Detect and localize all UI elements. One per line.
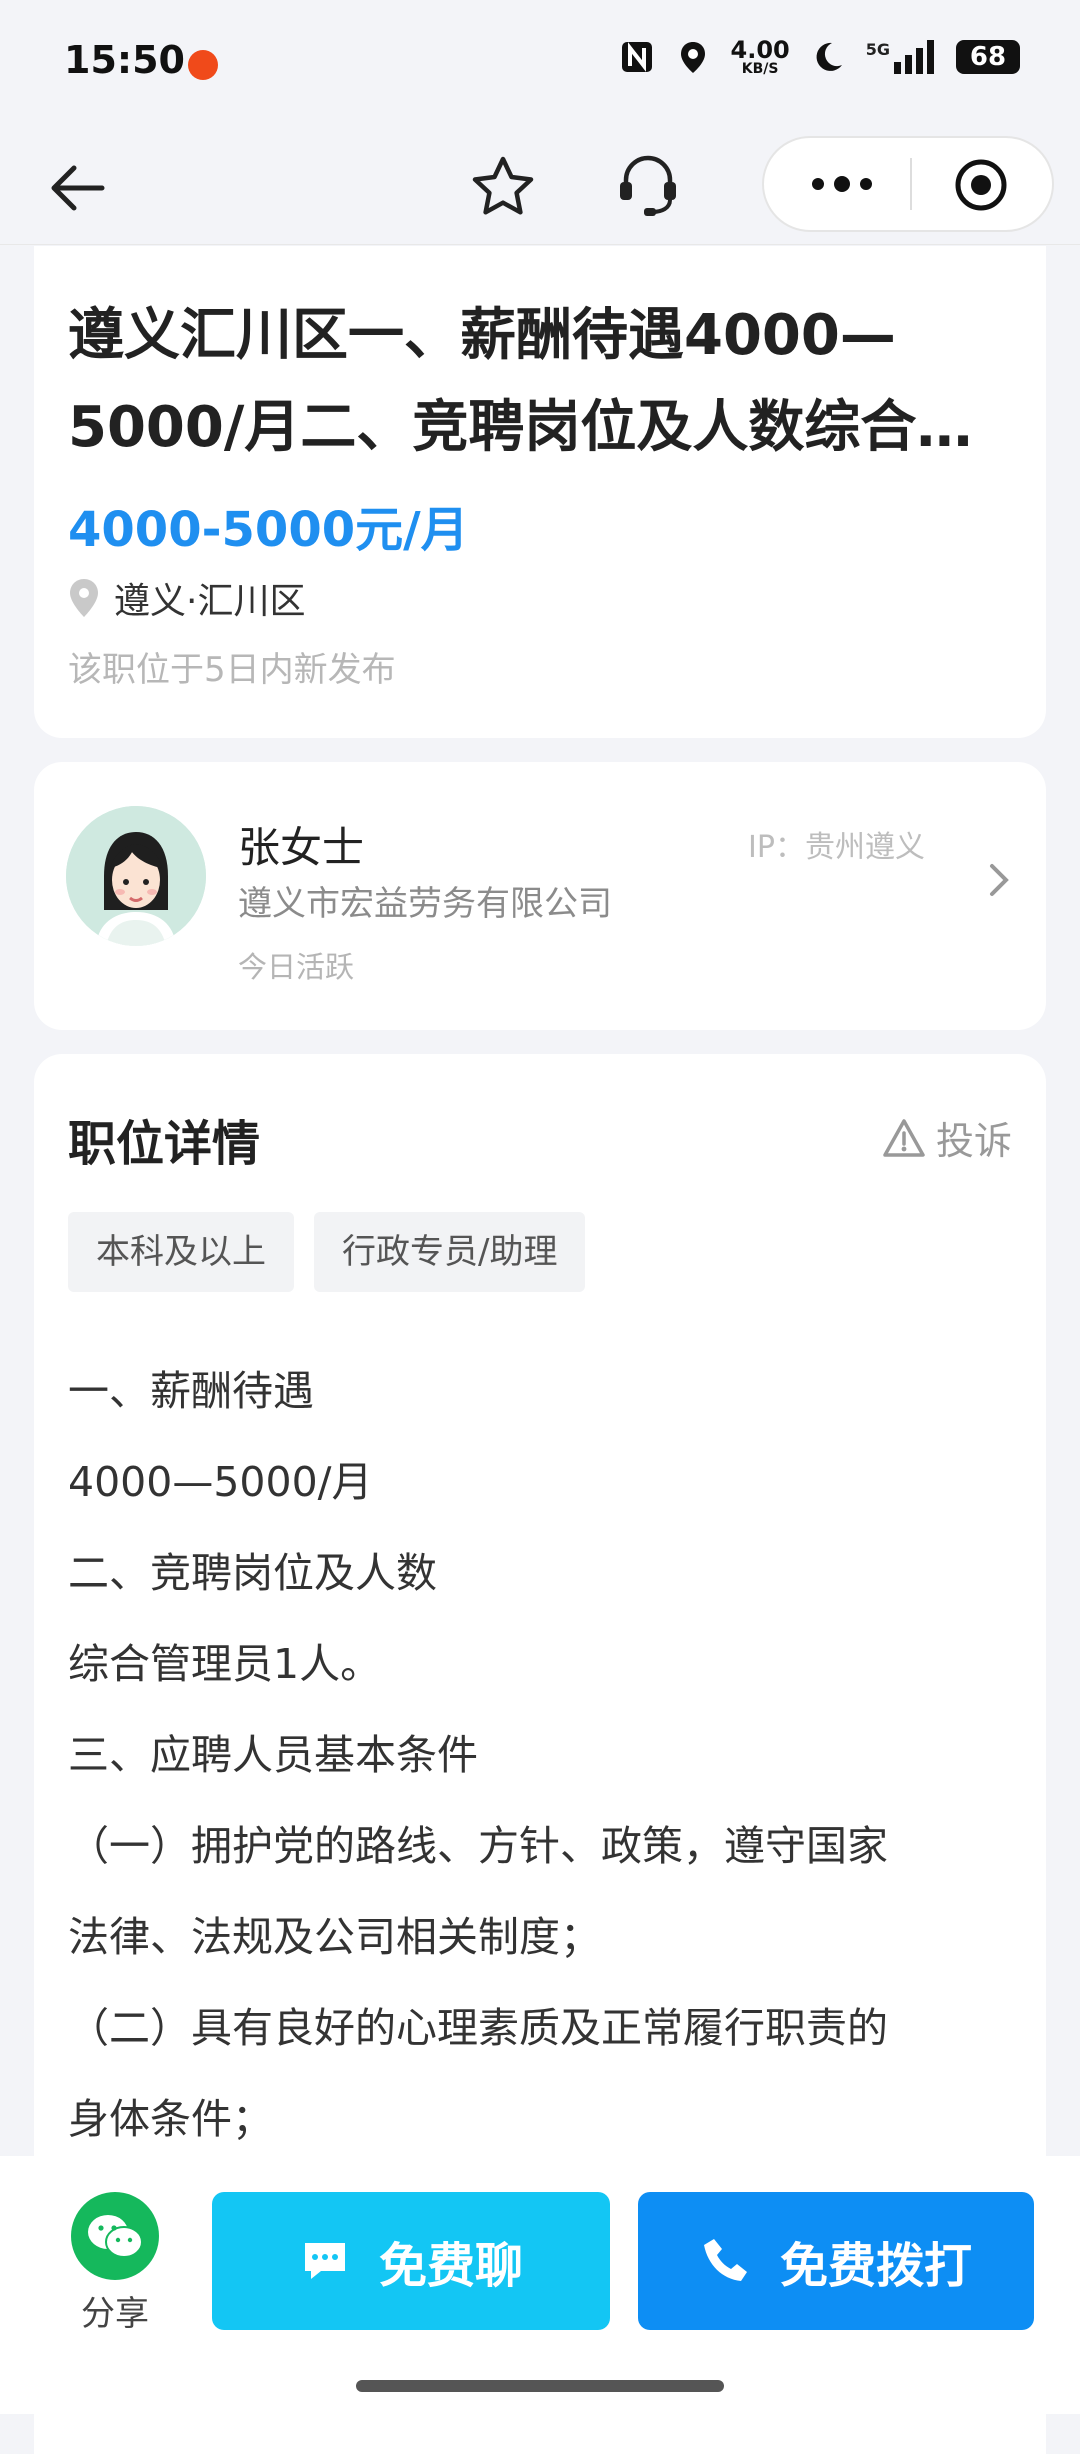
- nfc-icon: [621, 42, 652, 72]
- salary: 4000-5000元/月: [68, 502, 469, 558]
- location-pin-icon: [70, 579, 98, 617]
- signal-group: 5G: [866, 40, 936, 74]
- battery-icon: 68: [956, 40, 1020, 74]
- tag-education: 本科及以上: [68, 1212, 294, 1292]
- speed-value: 4.00: [730, 36, 790, 64]
- status-time: 15:50: [64, 38, 185, 82]
- wechat-icon: [71, 2192, 159, 2280]
- location-icon: [680, 42, 705, 73]
- share-button[interactable]: 分享: [70, 2192, 160, 2335]
- recruiter-card[interactable]: 张女士 遵义市宏益劳务有限公司 今日活跃 IP：贵州遵义: [34, 762, 1046, 1030]
- description-line: 二、竞聘岗位及人数: [68, 1549, 437, 1597]
- moon-icon: [816, 42, 842, 71]
- section-title: 职位详情: [68, 1116, 261, 1172]
- description-line: 一、薪酬待遇: [68, 1367, 314, 1415]
- avatar-illustration: [66, 806, 206, 946]
- chevron-right-icon[interactable]: [984, 860, 1012, 900]
- nav-divider: [0, 244, 1080, 245]
- more-dots-icon[interactable]: [806, 164, 878, 204]
- share-label: 分享: [81, 2294, 149, 2334]
- description-line: 4000—5000/月: [68, 1458, 373, 1506]
- app-notification-icon: [188, 50, 218, 80]
- job-tags: 本科及以上 行政专员/助理: [68, 1212, 586, 1292]
- recruiter-name: 张女士: [238, 823, 365, 872]
- posted-time: 该职位于5日内新发布: [68, 650, 396, 690]
- home-indicator[interactable]: [356, 2380, 724, 2392]
- job-location: 遵义·汇川区: [114, 581, 306, 622]
- description-line: （二）具有良好的心理素质及正常履行职责的: [68, 2004, 888, 2052]
- report-button[interactable]: 投诉: [882, 1110, 1012, 1165]
- network-type: 5G: [865, 40, 890, 59]
- target-icon[interactable]: [954, 158, 1008, 212]
- recruiter-ip: IP：贵州遵义: [748, 830, 925, 865]
- phone-icon: [703, 2239, 747, 2281]
- back-arrow-icon[interactable]: [46, 156, 110, 220]
- capsule-divider: [910, 158, 912, 210]
- signal-icon: [894, 40, 934, 74]
- status-icons: 4.00 KB/S 5G 68: [619, 38, 1020, 76]
- description-line: 法律、法规及公司相关制度；: [68, 1913, 601, 1961]
- warning-icon: [883, 1118, 925, 1157]
- description-line: 综合管理员1人。: [68, 1640, 382, 1688]
- description-line: 三、应聘人员基本条件: [68, 1731, 478, 1779]
- job-summary-card: 遵义汇川区一、薪酬待遇4000—5000/月二、竞聘岗位及人数综合管理员1人。 …: [34, 246, 1046, 738]
- avatar: [66, 806, 206, 946]
- star-icon[interactable]: [470, 154, 536, 220]
- description-line: 身体条件；: [68, 2095, 273, 2143]
- recruiter-active-status: 今日活跃: [238, 950, 355, 984]
- mini-program-capsule: [762, 136, 1054, 232]
- job-description: 一、薪酬待遇 4000—5000/月 二、竞聘岗位及人数 综合管理员1人。 三、…: [68, 1346, 1018, 2165]
- chat-bubble-icon: [304, 2243, 345, 2279]
- report-label: 投诉: [935, 1119, 1012, 1163]
- network-speed: 4.00 KB/S: [731, 38, 790, 76]
- description-line: （一）拥护党的路线、方针、政策，遵守国家: [68, 1822, 888, 1870]
- recruiter-company: 遵义市宏益劳务有限公司: [238, 884, 612, 924]
- call-label: 免费拨打: [779, 2238, 972, 2294]
- free-call-button[interactable]: 免费拨打: [638, 2192, 1034, 2330]
- job-title: 遵义汇川区一、薪酬待遇4000—5000/月二、竞聘岗位及人数综合管理员1人。: [68, 303, 973, 460]
- bottom-action-bar: 分享 免费聊 免费拨打: [0, 2156, 1080, 2414]
- location-row: 遵义·汇川区: [68, 572, 305, 624]
- tag-category: 行政专员/助理: [314, 1212, 586, 1292]
- status-bar: 15:50 4.00 KB/S 5G 68: [0, 0, 1080, 130]
- chat-label: 免费聊: [378, 2238, 523, 2294]
- free-chat-button[interactable]: 免费聊: [212, 2192, 610, 2330]
- customer-service-icon[interactable]: [612, 150, 684, 222]
- speed-unit: KB/S: [741, 61, 779, 77]
- top-nav: [0, 130, 1080, 246]
